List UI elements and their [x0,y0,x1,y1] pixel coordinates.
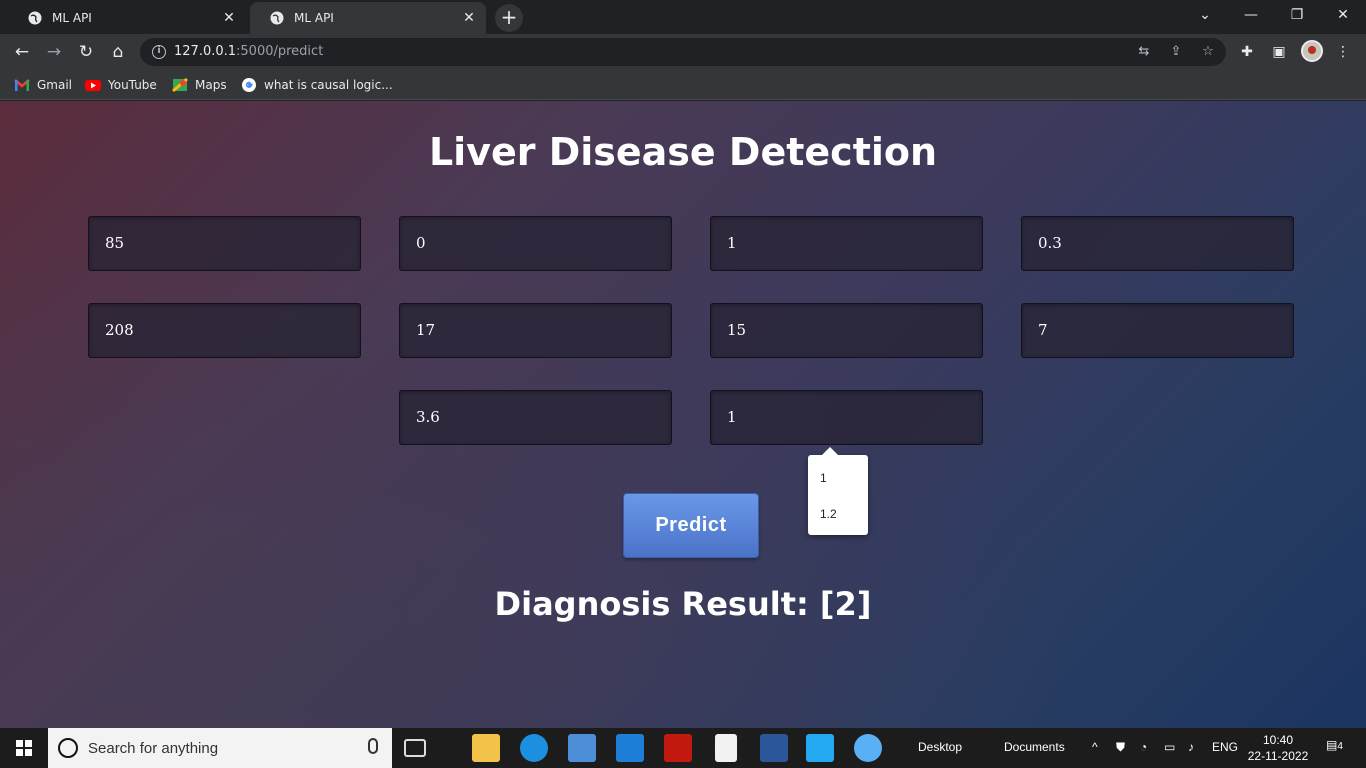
clock-time: 10:40 [1262,733,1294,747]
tab-ml-api-2[interactable]: ML API ✕ [250,2,486,34]
tab-label: ML API [52,11,92,25]
input-field-7[interactable]: 15 [710,303,983,358]
bookmark-star-icon[interactable]: ☆ [1200,44,1216,60]
autocomplete-option[interactable]: 1 [820,471,827,485]
close-tab-icon[interactable]: ✕ [460,9,478,27]
share-icon[interactable]: ⇪ [1168,44,1184,60]
taskbar-search-box[interactable]: Search for anything [48,728,392,768]
input-field-1[interactable]: 85 [88,216,361,271]
close-window-button[interactable]: ✕ [1320,0,1366,30]
input-field-4[interactable]: 0.3 [1021,216,1294,271]
url-text[interactable]: 127.0.0.1:5000/predict [174,44,323,59]
mail-icon[interactable] [616,734,644,762]
windows-start-icon[interactable] [16,740,32,756]
volume-icon[interactable]: ♪ [1188,740,1194,754]
restore-button[interactable]: ❐ [1274,0,1320,30]
tab-ml-api-1[interactable]: ML API ✕ [8,2,246,34]
search-placeholder: Search for anything [88,740,219,757]
bookmarks-bar: Gmail YouTube Maps what is causal logic.… [0,70,1366,100]
input-field-2[interactable]: 0 [399,216,672,271]
diagnosis-result: Diagnosis Result: [2] [494,585,872,623]
forward-icon[interactable]: → [40,38,68,66]
page-content: Liver Disease Detection 85 0 1 0.3 208 1… [0,101,1366,728]
search-icon [58,738,78,758]
word-icon[interactable] [760,734,788,762]
google-icon [242,78,256,92]
site-info-icon[interactable]: i [152,45,166,59]
bookmark-youtube[interactable]: YouTube [85,76,157,94]
input-field-6[interactable]: 17 [399,303,672,358]
input-field-9[interactable]: 3.6 [399,390,672,445]
task-view-icon[interactable] [404,739,426,757]
acrobat-icon[interactable] [664,734,692,762]
reload-icon[interactable]: ↻ [72,38,100,66]
bookmark-causal-logic[interactable]: what is causal logic... [241,76,393,94]
tab-strip: ML API ✕ ML API ✕ + ⌄ — ❐ ✕ [0,0,1366,34]
page-title: Liver Disease Detection [428,130,938,174]
autocomplete-dropdown: 1 1.2 [808,447,868,535]
show-hidden-icons-icon[interactable]: ^ [1092,740,1098,754]
input-field-3[interactable]: 1 [710,216,983,271]
browser-toolbar: ← → ↻ ⌂ i 127.0.0.1:5000/predict ⇆ ⇪ ☆ ✚… [0,34,1366,70]
store-icon[interactable] [568,734,596,762]
documents-toolbar[interactable]: Documents [1004,740,1065,754]
tab-search-icon[interactable]: ⌄ [1182,0,1228,30]
profile-avatar[interactable] [1301,40,1323,62]
home-icon[interactable]: ⌂ [104,38,132,66]
language-indicator[interactable]: ENG [1212,740,1238,754]
maps-icon [172,78,188,92]
tab-label: ML API [294,11,334,25]
clock-date: 22-11-2022 [1247,749,1309,763]
vscode-icon[interactable] [806,734,834,762]
notepad-icon[interactable] [715,734,737,762]
windows-taskbar: Search for anything Desktop Documents ^ … [0,728,1366,768]
extensions-icon[interactable]: ✚ [1237,42,1257,62]
microphone-icon[interactable] [368,738,378,754]
address-bar[interactable]: i 127.0.0.1:5000/predict ⇆ ⇪ ☆ [140,38,1226,66]
file-explorer-icon[interactable] [472,734,500,762]
input-field-10[interactable]: 1 [710,390,983,445]
translate-icon[interactable]: ⇆ [1136,44,1152,60]
gmail-icon [14,79,30,91]
notification-count: 4 [1337,741,1343,752]
globe-icon [270,11,284,25]
desktop-toolbar[interactable]: Desktop [918,740,962,754]
back-icon[interactable]: ← [8,38,36,66]
side-panel-icon[interactable]: ▣ [1269,42,1289,62]
predict-button[interactable]: Predict [623,493,759,558]
battery-icon[interactable]: ▭ [1164,740,1175,754]
edge-icon[interactable] [520,734,548,762]
bookmark-gmail[interactable]: Gmail [14,76,72,94]
minimize-button[interactable]: — [1228,0,1274,30]
menu-icon[interactable]: ⋮ [1333,42,1353,62]
new-tab-button[interactable]: + [495,4,523,32]
input-field-8[interactable]: 7 [1021,303,1294,358]
network-icon[interactable]: ◔ [1140,740,1147,754]
notifications-icon[interactable]: ▤4 [1326,738,1343,752]
bookmark-maps[interactable]: Maps [172,76,227,94]
tips-icon[interactable] [854,734,882,762]
input-field-5[interactable]: 208 [88,303,361,358]
security-icon[interactable]: ⛊ [1116,740,1125,755]
autocomplete-option[interactable]: 1.2 [820,507,837,521]
close-tab-icon[interactable]: ✕ [220,9,238,27]
clock[interactable]: 10:40 22-11-2022 [1246,732,1310,764]
youtube-icon [85,80,101,91]
globe-icon [28,11,42,25]
